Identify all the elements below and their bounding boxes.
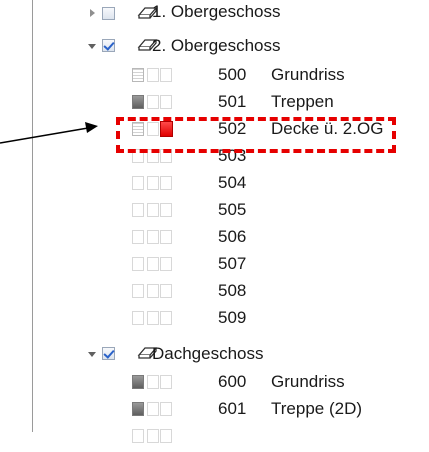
- layer-row-509[interactable]: 509: [33, 307, 429, 334]
- layer-lock-icon[interactable]: [147, 230, 159, 244]
- layer-state-icon[interactable]: [160, 257, 172, 271]
- layer-state-icon[interactable]: [160, 402, 172, 416]
- layer-number: 601: [218, 399, 247, 418]
- layer-row-600[interactable]: 600 Grundriss: [33, 371, 429, 398]
- layer-state-icon[interactable]: [160, 311, 172, 325]
- layer-lock-icon[interactable]: [147, 176, 159, 190]
- layer-row-601[interactable]: 601 Treppe (2D): [33, 398, 429, 425]
- layer-number: 501: [218, 92, 247, 111]
- layer-state-icon[interactable]: [160, 95, 172, 109]
- expand-chevron-icon[interactable]: [90, 9, 95, 17]
- layer-lock-icon[interactable]: [147, 95, 159, 109]
- layer-lock-icon[interactable]: [147, 284, 159, 298]
- layer-visibility-icon[interactable]: [132, 257, 144, 271]
- floor-row-1-og[interactable]: 1. Obergeschoss: [33, 2, 429, 31]
- layer-visibility-icon[interactable]: [132, 284, 144, 298]
- layer-state-icon[interactable]: [160, 68, 172, 82]
- layer-visibility-icon[interactable]: [132, 311, 144, 325]
- layer-name: Grundriss: [271, 372, 345, 391]
- layer-lock-icon[interactable]: [147, 402, 159, 416]
- collapse-chevron-icon[interactable]: [88, 44, 96, 49]
- layer-number: 505: [218, 200, 247, 219]
- floor-label: 1. Obergeschoss: [152, 2, 281, 21]
- layer-lock-icon[interactable]: [147, 257, 159, 271]
- layer-state-icon[interactable]: [160, 375, 172, 389]
- layer-name: Treppen: [271, 92, 334, 111]
- floor-row-2-og[interactable]: 2. Obergeschoss: [33, 36, 429, 63]
- layer-number: 508: [218, 281, 247, 300]
- layer-lock-icon[interactable]: [147, 203, 159, 217]
- layer-visibility-icon[interactable]: [132, 402, 144, 416]
- layer-state-icon[interactable]: [160, 203, 172, 217]
- layer-visibility-icon[interactable]: [132, 230, 144, 244]
- layer-number: 506: [218, 227, 247, 246]
- layer-tree-panel: 1. Obergeschoss 2. Obergeschoss 500 Grun…: [32, 0, 429, 443]
- layer-visibility-icon[interactable]: [132, 95, 144, 109]
- floor-label: 2. Obergeschoss: [152, 36, 281, 55]
- layer-state-icon[interactable]: [160, 429, 172, 443]
- layer-visibility-icon[interactable]: [132, 375, 144, 389]
- floor-row-dachgeschoss[interactable]: Dachgeschoss: [33, 344, 429, 371]
- layer-number: 500: [218, 65, 247, 84]
- layer-row-500[interactable]: 500 Grundriss: [33, 64, 429, 91]
- floor-checkbox[interactable]: [102, 7, 115, 20]
- layer-row-508[interactable]: 508: [33, 280, 429, 307]
- layer-visibility-icon[interactable]: [132, 68, 144, 82]
- layer-number: 504: [218, 173, 247, 192]
- layer-row-504[interactable]: 504: [33, 172, 429, 199]
- layer-number: 600: [218, 372, 247, 391]
- layer-row-505[interactable]: 505: [33, 199, 429, 226]
- layer-state-icon[interactable]: [160, 176, 172, 190]
- floor-checkbox[interactable]: [102, 39, 115, 52]
- layer-lock-icon[interactable]: [147, 311, 159, 325]
- layer-lock-icon[interactable]: [147, 429, 159, 443]
- layer-state-icon[interactable]: [160, 284, 172, 298]
- layer-visibility-icon[interactable]: [132, 429, 144, 443]
- layer-visibility-icon[interactable]: [132, 203, 144, 217]
- layer-row-501[interactable]: 501 Treppen: [33, 91, 429, 118]
- highlight-box: [116, 117, 396, 153]
- layer-lock-icon[interactable]: [147, 68, 159, 82]
- collapse-chevron-icon[interactable]: [88, 352, 96, 357]
- floor-checkbox[interactable]: [102, 347, 115, 360]
- layer-number: 507: [218, 254, 247, 273]
- layer-name: Treppe (2D): [271, 399, 363, 418]
- layer-visibility-icon[interactable]: [132, 176, 144, 190]
- floor-label: Dachgeschoss: [152, 344, 264, 363]
- layer-number: 509: [218, 308, 247, 327]
- layer-row-507[interactable]: 507: [33, 253, 429, 280]
- layer-lock-icon[interactable]: [147, 375, 159, 389]
- layer-name: Grundriss: [271, 65, 345, 84]
- layer-row-506[interactable]: 506: [33, 226, 429, 253]
- layer-row-partial[interactable]: [33, 425, 429, 452]
- layer-state-icon[interactable]: [160, 230, 172, 244]
